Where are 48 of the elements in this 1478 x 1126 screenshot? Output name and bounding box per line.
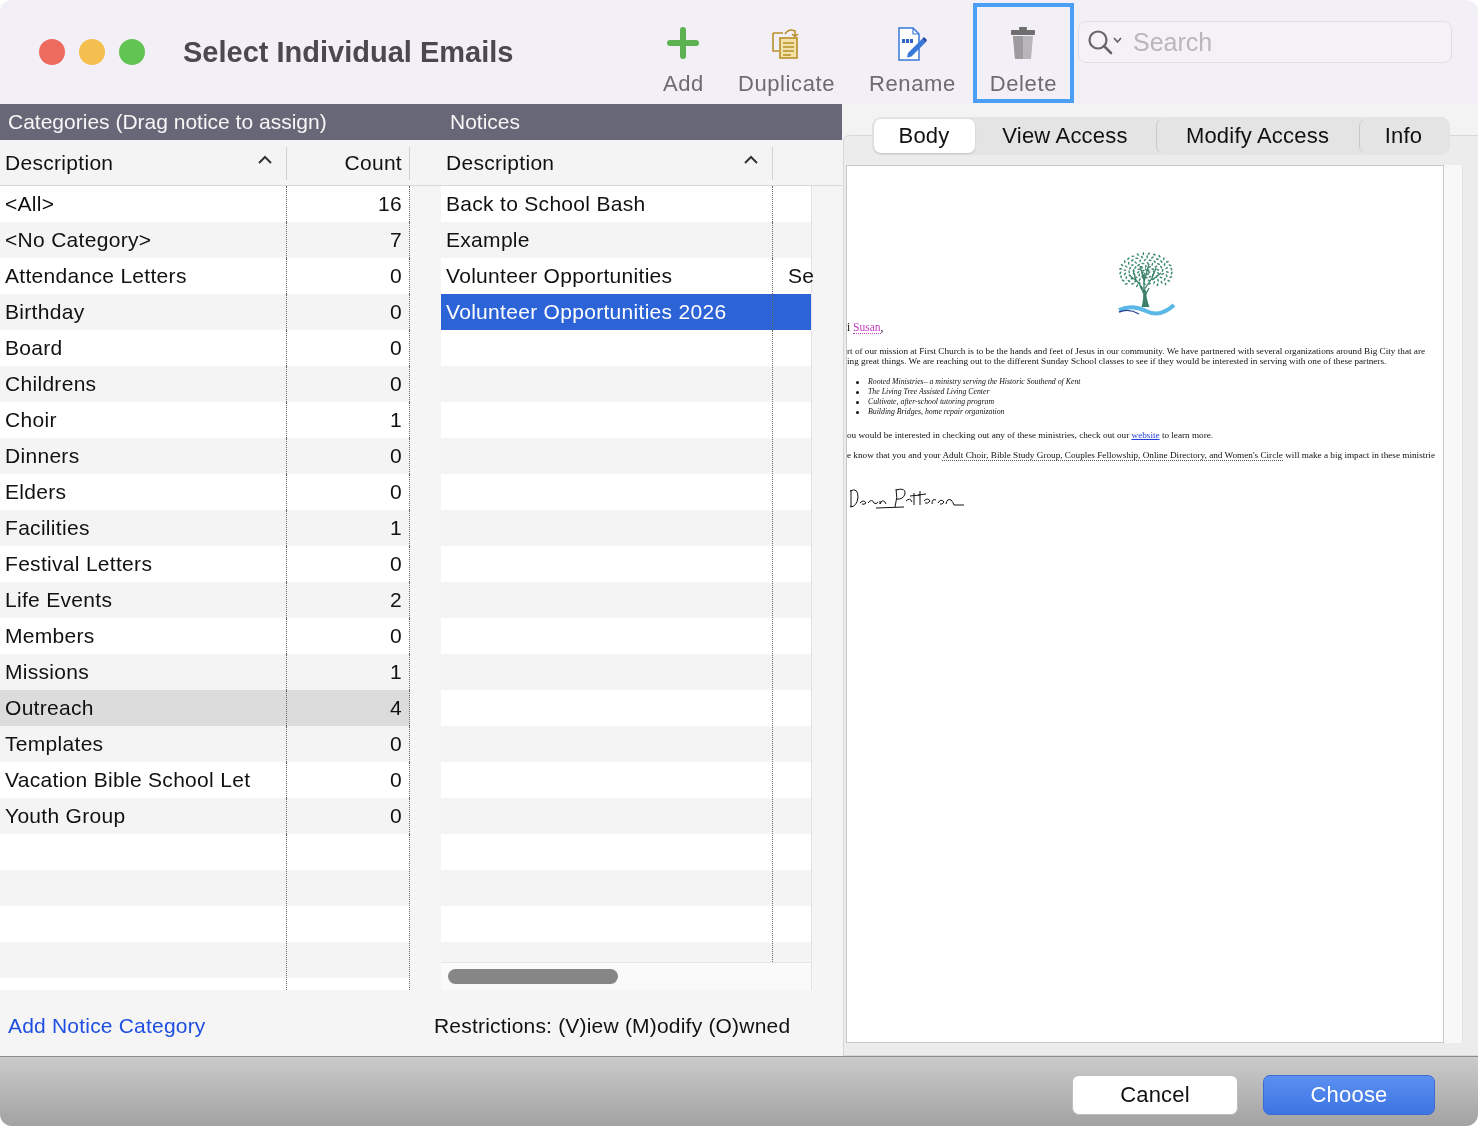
tab[interactable]: Modify Access (1155, 119, 1359, 153)
add-category-link[interactable]: Add Notice Category (8, 1014, 206, 1037)
rename-button[interactable]: Rename (852, 3, 973, 103)
category-row[interactable]: Missions 1 (0, 654, 410, 690)
minimize-button[interactable] (79, 39, 105, 65)
add-button[interactable]: Add (645, 3, 721, 103)
zoom-button[interactable] (119, 39, 145, 65)
vertical-scrollbar[interactable] (1444, 165, 1463, 1043)
notices-heading: Notices (410, 104, 842, 140)
category-row[interactable]: Birthday 0 (0, 294, 410, 330)
close-button[interactable] (39, 39, 65, 65)
tab[interactable]: Info (1358, 119, 1448, 153)
window-title: Select Individual Emails (183, 35, 514, 69)
column-header[interactable]: Description (0, 140, 287, 185)
category-row[interactable]: Dinners 0 (0, 438, 410, 474)
body-paragraph: e know that you and your Adult Choir, Bible Study Group, Couples Fellowship, Online Directory, and Women's Circle will make a big impact in these ministrie (847, 450, 1435, 460)
duplicate-button[interactable]: Duplicate (720, 3, 853, 103)
body-paragraph: rt of our mission at First Church is to be the hands and feet of Jesus in our community. We have partnered with several organizations around Big City that are ing great things. We are reaching out to the different Sunday School classes to see if they would be interested in serving with one of these partners. (847, 346, 1426, 366)
scrollbar-thumb[interactable] (448, 969, 618, 984)
column-header[interactable]: Description (410, 140, 773, 185)
greeting-text: i Susan, (847, 321, 884, 334)
search-field[interactable]: Search (1078, 21, 1452, 63)
tab[interactable]: Body (873, 119, 975, 153)
bullet-icon (856, 410, 859, 414)
body-paragraph: ou would be interested in checking out any of these ministries, check out our website to learn more. (847, 430, 1214, 440)
category-row[interactable]: Life Events 2 (0, 582, 410, 618)
choose-button[interactable]: Choose (1263, 1075, 1435, 1115)
bullet-icon (856, 380, 859, 384)
categories-heading: Categories (Drag notice to assign) (0, 104, 410, 140)
category-row[interactable]: Childrens 0 (0, 366, 410, 402)
search-icon (1087, 29, 1123, 55)
website-link[interactable]: website (1131, 430, 1160, 440)
restrictions-text: Restrictions: (V)iew (M)odify (O)wned (434, 1014, 791, 1038)
category-row[interactable]: Outreach 4 (0, 690, 410, 726)
tree-logo (1116, 250, 1176, 318)
bullet-icon (856, 390, 859, 394)
category-row[interactable]: Templates 0 (0, 726, 410, 762)
horizontal-scrollbar[interactable] (441, 962, 811, 990)
category-row[interactable]: Youth Group 0 (0, 798, 410, 834)
column-header[interactable]: Count (287, 140, 410, 185)
tab[interactable]: View Access (974, 119, 1156, 153)
category-row[interactable]: <No Category> 7 (0, 222, 410, 258)
plus-icon (667, 27, 700, 59)
category-row[interactable]: Facilities 1 (0, 510, 410, 546)
trash-icon (1010, 27, 1037, 59)
document-pencil-icon (897, 27, 928, 61)
bullet-icon (856, 400, 859, 404)
cancel-button[interactable]: Cancel (1072, 1075, 1238, 1115)
